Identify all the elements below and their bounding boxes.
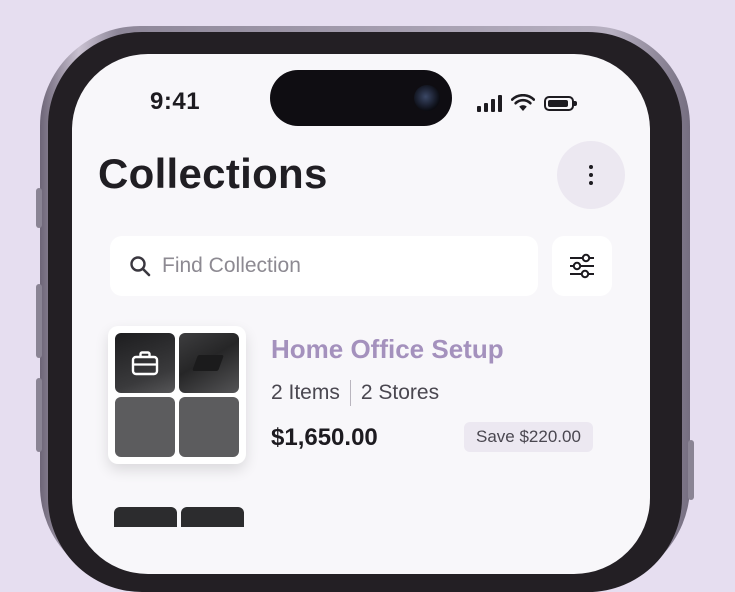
thumbnail-photo bbox=[179, 333, 239, 393]
volume-up-button bbox=[36, 284, 42, 358]
cellular-signal-icon bbox=[477, 94, 502, 112]
savings-badge: Save $220.00 bbox=[464, 422, 593, 452]
item-count: 2 Items bbox=[271, 381, 340, 404]
status-icons bbox=[477, 92, 577, 114]
status-time: 9:41 bbox=[150, 88, 201, 115]
camera-icon bbox=[414, 85, 440, 111]
app-screen: 9:41 Collections Find Collection Home Of… bbox=[72, 54, 650, 574]
power-button bbox=[688, 440, 694, 500]
thumbnail-placeholder bbox=[115, 397, 175, 457]
thumbnail-placeholder bbox=[179, 397, 239, 457]
collection-name[interactable]: Home Office Setup bbox=[271, 334, 504, 365]
volume-down-button bbox=[36, 378, 42, 452]
action-button bbox=[36, 188, 42, 228]
meta-divider bbox=[349, 380, 351, 406]
more-vertical-icon bbox=[589, 165, 593, 169]
collection-price: $1,650.00 bbox=[271, 424, 378, 451]
search-input[interactable] bbox=[160, 253, 524, 279]
next-collection-thumbnail[interactable] bbox=[114, 507, 244, 527]
filter-button[interactable] bbox=[552, 236, 612, 296]
search-bar[interactable] bbox=[110, 236, 538, 296]
sliders-icon bbox=[570, 253, 594, 279]
store-count: 2 Stores bbox=[360, 381, 440, 404]
collection-thumbnail[interactable] bbox=[108, 326, 246, 464]
search-icon bbox=[130, 256, 151, 277]
collection-meta: 2 Items 2 Stores bbox=[271, 380, 439, 406]
page-title: Collections bbox=[98, 150, 328, 197]
wifi-icon bbox=[511, 94, 535, 111]
thumbnail-tile bbox=[115, 333, 175, 393]
battery-icon bbox=[544, 95, 577, 111]
briefcase-icon bbox=[131, 351, 159, 376]
more-options-button[interactable] bbox=[557, 141, 625, 209]
dynamic-island bbox=[270, 70, 452, 126]
